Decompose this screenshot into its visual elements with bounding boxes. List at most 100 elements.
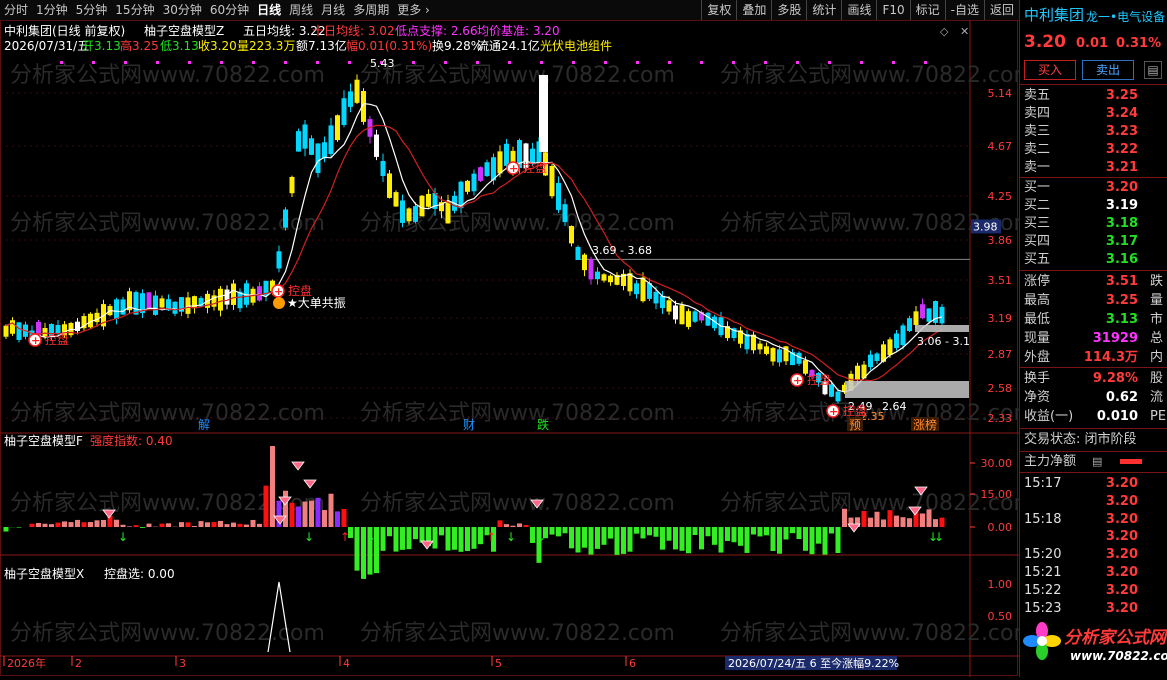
toolbar-button-4[interactable]: 画线 bbox=[841, 0, 876, 20]
stock-name: 中利集团 bbox=[1024, 6, 1084, 24]
kline-chart-area[interactable]: 分析家公式网www.70822.com分析家公式网www.70822.com分析… bbox=[0, 20, 1019, 677]
down-arrow-icon: ↓ bbox=[304, 530, 314, 544]
strength-bar bbox=[816, 527, 821, 544]
strength-bar bbox=[179, 522, 184, 527]
period-tab-6[interactable]: 日线 bbox=[253, 0, 285, 20]
toolbar-button-6[interactable]: 标记 bbox=[910, 0, 945, 20]
stat-label: 最低 bbox=[1024, 311, 1050, 329]
price-tick-5: 3.19 bbox=[988, 312, 1013, 325]
strength-bar bbox=[296, 507, 301, 527]
period-tab-7[interactable]: 周线 bbox=[285, 0, 317, 20]
tick-price: 3.20 bbox=[1106, 546, 1138, 564]
strength-bar bbox=[43, 524, 48, 527]
kongpan-text: 控盘 bbox=[523, 160, 547, 175]
ma10-label: 十日均线: 3.02 bbox=[312, 24, 395, 38]
notepad-icon[interactable]: ▤ bbox=[1144, 61, 1162, 79]
strength-bar bbox=[654, 527, 659, 537]
candle-body bbox=[634, 283, 639, 294]
resistance-zone-bar bbox=[915, 325, 969, 332]
trade-state: 交易状态: 闭市阶段 bbox=[1024, 431, 1167, 449]
period-tab-8[interactable]: 月线 bbox=[317, 0, 349, 20]
toolbar-button-3[interactable]: 统计 bbox=[806, 0, 841, 20]
price-tick-8: 2.33 bbox=[988, 412, 1013, 425]
toolbar-button-1[interactable]: 叠加 bbox=[736, 0, 771, 20]
period-tab-1[interactable]: 1分钟 bbox=[32, 0, 72, 20]
close-icon[interactable]: ✕ bbox=[960, 25, 969, 38]
strength-bar bbox=[524, 525, 529, 527]
gem-marker-4 bbox=[304, 480, 316, 488]
toolbar-button-5[interactable]: F10 bbox=[876, 0, 909, 20]
strength-bar bbox=[504, 524, 509, 527]
candle-body bbox=[329, 125, 334, 154]
stat-row: 最高3.25量 bbox=[1024, 292, 1167, 310]
event-label-2: 跌 bbox=[537, 417, 549, 432]
strength-bar bbox=[335, 511, 340, 527]
period-tab-2[interactable]: 5分钟 bbox=[72, 0, 112, 20]
signal-dot bbox=[348, 61, 351, 64]
chart-svg[interactable]: 分析家公式网www.70822.com分析家公式网www.70822.com分析… bbox=[0, 20, 1019, 677]
indicator-name: 柚子空盘模型Z bbox=[144, 23, 224, 38]
book-price: 3.20 bbox=[1106, 179, 1138, 197]
toolbar-button-2[interactable]: 多股 bbox=[771, 0, 806, 20]
period-tab-10[interactable]: 更多 › bbox=[393, 0, 434, 20]
candle-body bbox=[654, 292, 659, 304]
time-axis-label-5: 6 bbox=[629, 657, 636, 670]
logo: 分析家公式网 www.70822.com bbox=[1020, 613, 1167, 673]
toolbar-button-8[interactable]: 返回 bbox=[984, 0, 1019, 20]
sell-button[interactable]: 卖出 bbox=[1082, 60, 1134, 80]
strength-bar bbox=[433, 527, 438, 549]
strength-bar bbox=[790, 527, 795, 533]
strength-bar bbox=[88, 522, 93, 527]
sub1-tick-0: 30.00 bbox=[981, 457, 1013, 470]
svg-text:+: + bbox=[31, 334, 40, 347]
price-tick-2: 4.25 bbox=[988, 190, 1013, 203]
down-arrow-icon: ↓ bbox=[536, 530, 546, 544]
settings-diamond-icon[interactable]: ◇ bbox=[940, 25, 949, 38]
strength-bar bbox=[907, 518, 912, 527]
signal-dot bbox=[892, 61, 895, 64]
strength-bar bbox=[62, 521, 67, 527]
strength-bar bbox=[673, 527, 678, 549]
candle-body bbox=[225, 290, 230, 305]
stat-row: 最低3.13市 bbox=[1024, 311, 1167, 329]
period-tab-0[interactable]: 分时 bbox=[0, 0, 32, 20]
strength-bar bbox=[140, 527, 145, 528]
period-tab-9[interactable]: 多周期 bbox=[349, 0, 393, 20]
svg-text:+: + bbox=[274, 285, 283, 298]
signal-dot bbox=[252, 61, 255, 64]
strength-bar bbox=[101, 520, 106, 527]
strength-bar bbox=[270, 446, 275, 527]
main-flow-icon[interactable]: ▤ bbox=[1092, 453, 1102, 471]
strength-bar bbox=[192, 526, 197, 527]
buy-button[interactable]: 买入 bbox=[1024, 60, 1076, 80]
stat-row: 外盘114.3万内 bbox=[1024, 349, 1167, 367]
toolbar-button-0[interactable]: 复权 bbox=[701, 0, 736, 20]
low-label-2: 2.64 bbox=[882, 400, 907, 413]
strength-bar bbox=[517, 523, 522, 527]
candle-body bbox=[920, 304, 925, 318]
sub2-tick-0: 1.00 bbox=[988, 578, 1013, 591]
toolbar-button-7[interactable]: -自选 bbox=[945, 0, 984, 20]
svg-text:+: + bbox=[793, 374, 802, 387]
candle-body bbox=[426, 194, 431, 207]
period-tab-5[interactable]: 60分钟 bbox=[206, 0, 253, 20]
info-date: 2026/07/31/五 bbox=[4, 39, 89, 53]
strength-bar bbox=[290, 503, 295, 527]
strength-bar bbox=[530, 527, 535, 543]
book-row: 买三3.18 bbox=[1024, 215, 1167, 233]
candle-body bbox=[602, 274, 607, 280]
strength-bar bbox=[498, 520, 503, 527]
period-tab-3[interactable]: 15分钟 bbox=[111, 0, 158, 20]
book-row: 买二3.19 bbox=[1024, 197, 1167, 215]
strength-bar bbox=[17, 527, 22, 528]
watermark-10: 分析家公式网www.70822.com bbox=[360, 491, 675, 516]
sub1-tick-2: 0.00 bbox=[988, 521, 1013, 534]
strength-bar bbox=[563, 527, 568, 533]
candle-body bbox=[894, 334, 899, 348]
strength-bar bbox=[602, 527, 607, 545]
period-tab-4[interactable]: 30分钟 bbox=[159, 0, 206, 20]
stat-extra: 市 bbox=[1150, 311, 1167, 329]
strength-bar bbox=[303, 502, 308, 527]
stat-extra: 内 bbox=[1150, 349, 1167, 367]
up-arrow-icon: ↑ bbox=[486, 530, 496, 544]
